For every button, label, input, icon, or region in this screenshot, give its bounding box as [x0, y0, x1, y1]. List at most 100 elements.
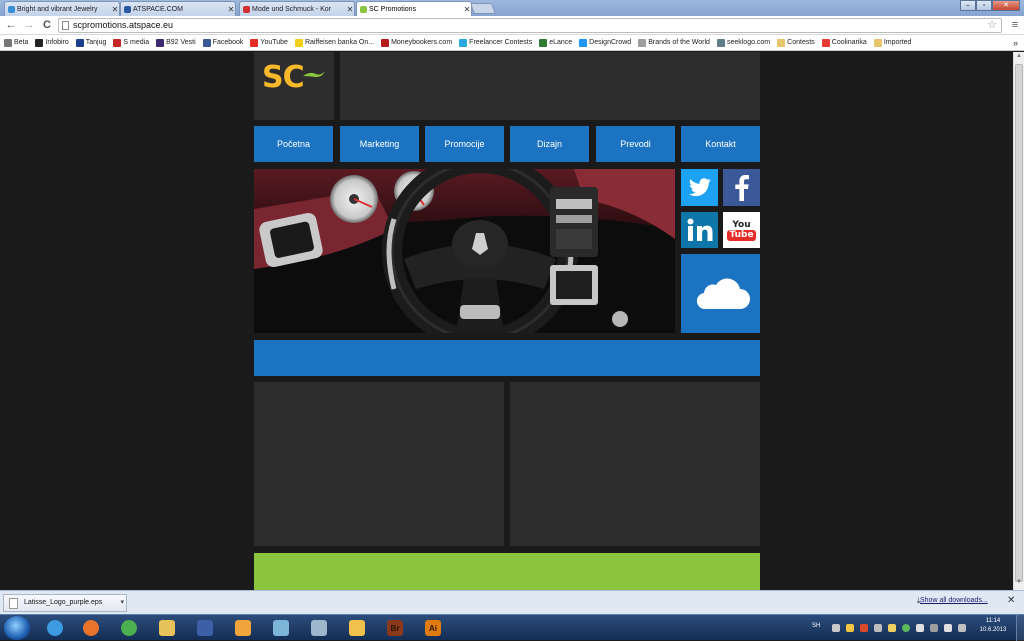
tray-icon-5[interactable]: [888, 624, 896, 632]
tab-close-icon[interactable]: ✕: [111, 3, 119, 16]
bookmark-label: Beta: [14, 39, 29, 46]
minimize-button[interactable]: –: [960, 0, 976, 11]
maximize-button[interactable]: ▫: [976, 0, 992, 11]
nav-dizajn[interactable]: Dizajn: [510, 126, 589, 162]
bookmarks-overflow-icon[interactable]: »: [1013, 35, 1018, 51]
ie-icon: [47, 620, 63, 636]
logo-box[interactable]: SC: [254, 52, 334, 120]
nav-promocije[interactable]: Promocije: [425, 126, 504, 162]
bookmark-label: Brands of the World: [648, 39, 710, 46]
tray-icon-1[interactable]: [832, 624, 840, 632]
bookmark-item[interactable]: Infobiro: [35, 38, 69, 47]
reload-icon[interactable]: C: [40, 18, 54, 32]
taskbar-app-explorer[interactable]: [150, 617, 184, 639]
forward-arrow-icon[interactable]: →: [22, 18, 36, 32]
facebook-icon[interactable]: [723, 169, 760, 206]
flag-icon[interactable]: [958, 624, 966, 632]
volume-icon[interactable]: [944, 624, 952, 632]
clock-date: 10.6.2013: [979, 627, 1007, 633]
bookmark-star-icon[interactable]: ☆: [987, 19, 997, 32]
taskbar-app-ie[interactable]: [38, 617, 72, 639]
bookmark-item[interactable]: YouTube: [250, 38, 288, 47]
twitter-icon[interactable]: [681, 169, 718, 206]
tab-atspace[interactable]: ATSPACE.COM ✕: [120, 1, 236, 16]
bookmark-item[interactable]: seeklogo.com: [716, 38, 770, 47]
explorer-icon: [159, 620, 175, 636]
tray-icon-7[interactable]: [916, 624, 924, 632]
windows-taskbar: Br Ai SH 11:14 10.6.2013: [0, 614, 1024, 641]
back-arrow-icon[interactable]: ←: [4, 18, 18, 32]
linkedin-icon[interactable]: [681, 212, 718, 248]
taskbar-app-save[interactable]: [188, 617, 222, 639]
tab-sc-promotions[interactable]: SC Promotions ✕: [356, 1, 472, 17]
bookmark-item[interactable]: Tanjug: [75, 38, 107, 47]
bookmark-label: DesignCrowd: [589, 39, 632, 46]
bookmark-item[interactable]: S media: [113, 38, 149, 47]
bookmark-item[interactable]: Freelancer Contests: [459, 38, 533, 47]
bookmark-item[interactable]: Brands of the World: [638, 38, 710, 47]
bookmark-item[interactable]: eLance: [539, 38, 572, 47]
bookmark-item[interactable]: Facebook: [202, 38, 244, 47]
close-window-button[interactable]: ✕: [992, 0, 1020, 11]
tab-close-icon[interactable]: ✕: [346, 3, 354, 16]
bookmark-favicon: [113, 38, 122, 47]
taskbar-app-illustrator[interactable]: Ai: [416, 617, 450, 639]
window-controls: – ▫ ✕: [960, 0, 1020, 12]
tab-bright-jewelry[interactable]: Bright and vibrant Jewelry ✕: [4, 1, 120, 16]
taskbar-app-firefox[interactable]: [74, 617, 108, 639]
bookmark-item[interactable]: B92 Vesti: [156, 38, 196, 47]
tab-title: Bright and vibrant Jewelry: [17, 5, 98, 13]
taskbar-app-calc[interactable]: [302, 617, 336, 639]
close-downloads-icon[interactable]: ✕: [1007, 595, 1015, 606]
taskbar-app-media[interactable]: [226, 617, 260, 639]
show-all-downloads-link[interactable]: Show all downloads...: [920, 597, 988, 604]
nav-kontakt[interactable]: Kontakt: [681, 126, 760, 162]
nav-pocetna[interactable]: Početna: [254, 126, 333, 162]
scroll-up-icon[interactable]: ▲: [1014, 53, 1024, 63]
content-panel-right: [510, 382, 760, 546]
tray-icon-6[interactable]: [902, 624, 910, 632]
tray-icon-3[interactable]: [860, 624, 868, 632]
address-bar[interactable]: scpromotions.atspace.eu ☆: [58, 18, 1002, 33]
bookmark-item[interactable]: Moneybookers.com: [381, 38, 452, 47]
youtube-icon[interactable]: You Tube: [723, 212, 760, 248]
start-button[interactable]: [4, 616, 30, 640]
scrollbar-thumb[interactable]: [1015, 64, 1023, 582]
file-icon: [9, 598, 18, 609]
language-indicator[interactable]: SH: [812, 623, 820, 629]
bookmark-label: Freelancer Contests: [469, 39, 533, 46]
cloud-icon[interactable]: [681, 254, 760, 333]
bookmark-item[interactable]: Imported: [873, 38, 911, 47]
bookmark-label: Tanjug: [85, 39, 107, 46]
taskbar-app-app[interactable]: [264, 617, 298, 639]
taskbar-app-chrome[interactable]: [112, 617, 146, 639]
nav-prevodi[interactable]: Prevodi: [596, 126, 675, 162]
bookmark-item[interactable]: Coolinarika: [821, 38, 867, 47]
show-desktop-button[interactable]: [1016, 615, 1024, 641]
bookmark-favicon: [821, 38, 830, 47]
system-clock[interactable]: 11:14 10.6.2013: [973, 617, 1013, 635]
download-item[interactable]: Latisse_Logo_purple.eps ▾: [3, 594, 127, 612]
taskbar-app-bridge[interactable]: Br: [378, 617, 412, 639]
tab-mode-schmuck[interactable]: Mode und Schmuck - Kor ✕: [239, 1, 355, 16]
bookmark-item[interactable]: Raiffeisen banka On...: [294, 38, 374, 47]
new-tab-button[interactable]: [469, 3, 497, 14]
page-scrollbar[interactable]: ▲ ▼: [1013, 52, 1024, 590]
bookmark-item[interactable]: Contests: [777, 38, 815, 47]
bookmark-item[interactable]: Beta: [4, 38, 29, 47]
tab-favicon: [8, 5, 15, 13]
header-banner: [340, 52, 760, 120]
taskbar-app-folder[interactable]: [340, 617, 374, 639]
chrome-menu-icon[interactable]: ≡: [1008, 18, 1022, 32]
tray-icon-2[interactable]: [846, 624, 854, 632]
scroll-down-icon[interactable]: ▼: [1014, 579, 1024, 589]
network-icon[interactable]: [930, 624, 938, 632]
bookmark-label: Facebook: [212, 39, 244, 46]
download-dropdown-icon[interactable]: ▾: [120, 595, 124, 611]
nav-marketing[interactable]: Marketing: [340, 126, 419, 162]
hero-image-car-interior: [254, 169, 675, 333]
folder-icon: [349, 620, 365, 636]
tray-icon-4[interactable]: [874, 624, 882, 632]
bookmark-item[interactable]: DesignCrowd: [579, 38, 632, 47]
tab-close-icon[interactable]: ✕: [227, 3, 235, 16]
